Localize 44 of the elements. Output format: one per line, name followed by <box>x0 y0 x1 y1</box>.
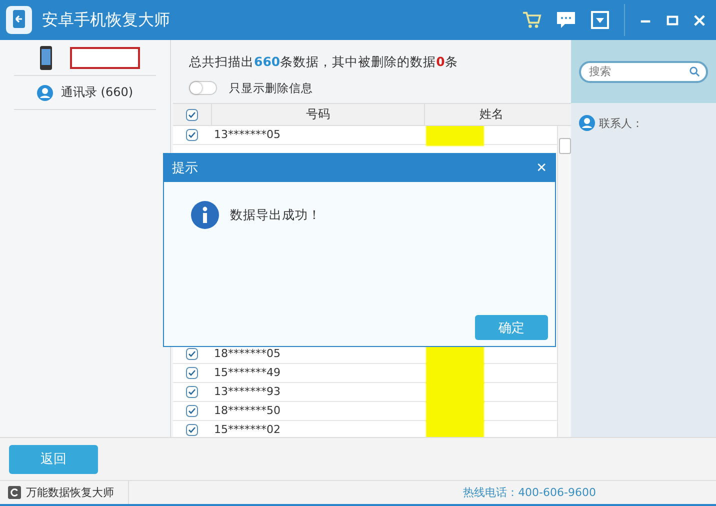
contact-label: 联系人： <box>599 116 643 130</box>
row-checkbox[interactable] <box>186 348 198 360</box>
scan-summary: 总共扫描出660条数据，其中被删除的数据0条 <box>188 53 459 71</box>
redacted-field <box>70 47 140 69</box>
chat-icon[interactable] <box>556 11 576 29</box>
sidebar-item[interactable]: 通讯录 (660) <box>14 76 156 110</box>
refresh-icon <box>8 486 21 499</box>
table-cell-text: 13*******93 <box>213 384 282 400</box>
row-checkbox[interactable] <box>186 386 198 398</box>
table-cell-text: 15*******02 <box>213 422 282 437</box>
table-cell-text: 18*******05 <box>213 346 282 362</box>
search-input[interactable]: 搜索 <box>587 64 689 79</box>
dropdown-icon[interactable] <box>590 11 610 29</box>
user-icon <box>36 84 53 100</box>
search-field[interactable]: 搜索 <box>579 60 708 82</box>
dialog-title: 提示 <box>172 160 198 177</box>
column-header[interactable]: 号码 <box>212 104 425 125</box>
row-checkbox[interactable] <box>186 129 198 141</box>
table-cell-text: 13*******05 <box>213 127 282 143</box>
dialog-message: 数据导出成功！ <box>230 206 321 224</box>
toggle-switch[interactable] <box>189 81 217 95</box>
select-all-checkbox[interactable] <box>186 108 198 120</box>
cart-icon[interactable] <box>522 11 542 29</box>
filter-label: 只显示删除信息 <box>229 80 313 96</box>
row-checkbox[interactable] <box>186 424 198 436</box>
info-icon <box>190 200 220 230</box>
row-checkbox[interactable] <box>186 405 198 417</box>
phone-app-icon <box>4 5 34 35</box>
redacted-name <box>426 126 484 146</box>
scrollbar[interactable] <box>557 126 571 437</box>
maximize-icon[interactable] <box>666 14 679 26</box>
table-cell-text: 18*******50 <box>213 403 282 419</box>
close-button[interactable]: ✕ <box>536 160 547 176</box>
phone-icon <box>40 46 52 70</box>
user-icon <box>579 115 595 131</box>
column-header[interactable]: 姓名 <box>425 104 558 125</box>
row-checkbox[interactable] <box>186 367 198 379</box>
search-icon <box>689 66 700 77</box>
close-icon[interactable] <box>693 14 706 26</box>
status-text: 万能数据恢复大师 <box>26 485 114 500</box>
window-title: 安卓手机恢复大师 <box>42 10 170 30</box>
table-cell-text: 15*******49 <box>213 365 282 381</box>
hotline-text: 热线电话：400-606-9600 <box>463 485 596 500</box>
redacted-name <box>426 420 484 437</box>
